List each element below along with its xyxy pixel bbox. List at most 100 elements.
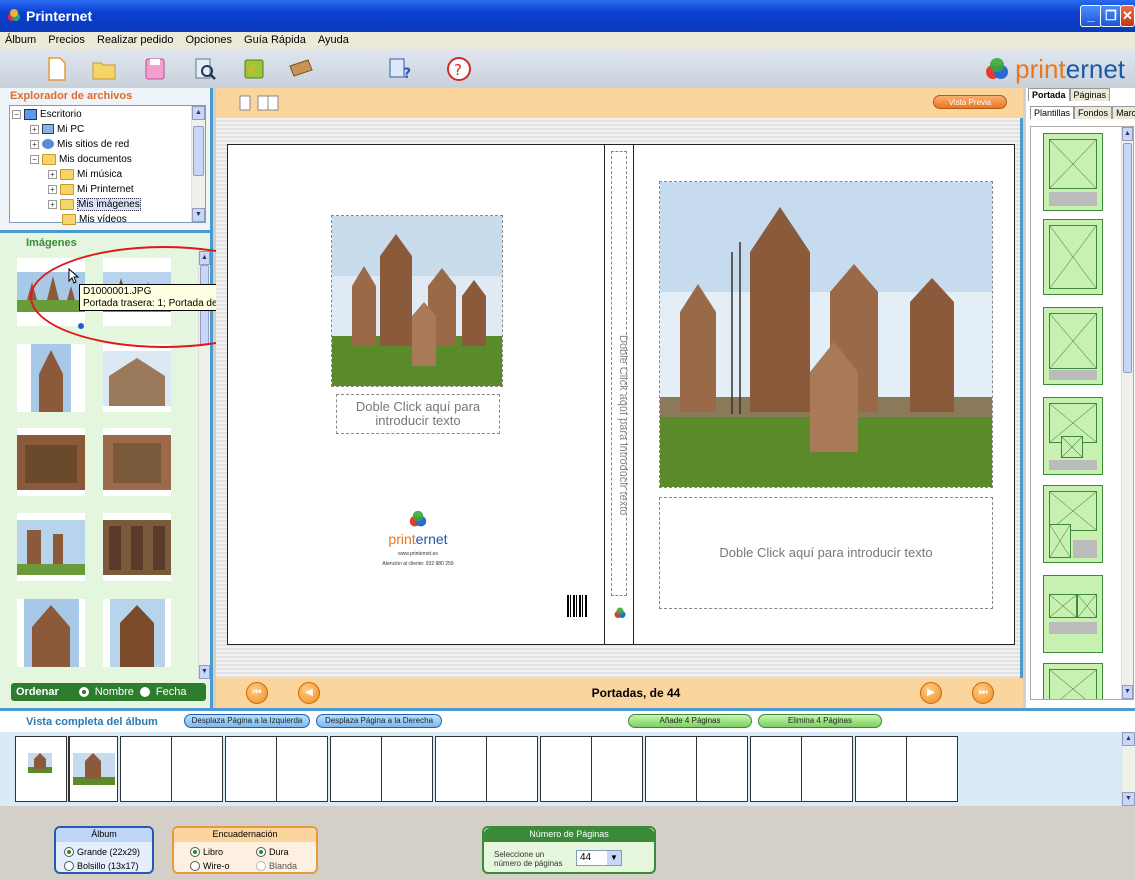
image-thumbnail[interactable] [17,513,85,581]
album-page[interactable] [486,736,538,802]
expand-icon[interactable]: + [30,124,39,134]
album-page[interactable] [855,736,907,802]
menu-album[interactable]: Álbum [0,32,40,46]
menu-prices[interactable]: Precios [43,32,89,46]
next-page-button[interactable]: ▶ [920,682,942,704]
scroll-down-icon[interactable]: ▼ [192,208,205,222]
menu-options[interactable]: Opciones [181,32,236,46]
open-folder-icon[interactable] [91,56,117,82]
menu-quick-guide[interactable]: Guía Rápida [239,32,310,46]
image-thumbnail[interactable] [103,513,171,581]
template-thumbnail[interactable] [1043,485,1103,563]
tree-item-my-music[interactable]: + Mi música [48,167,122,181]
spine-text-placeholder[interactable]: Doble Click aquí para introducir texto [609,285,629,565]
album-page[interactable] [330,736,382,802]
scroll-thumb[interactable] [193,126,204,176]
maximize-button[interactable]: ❐ [1100,5,1122,27]
back-cover-photo[interactable] [331,215,503,387]
close-button[interactable]: ✕ [1120,5,1135,27]
album-scrollbar[interactable]: ▲ ▼ [1121,732,1135,806]
page-view-icons[interactable] [238,92,280,114]
tab-cover[interactable]: Portada [1028,88,1070,101]
tree-item-my-images[interactable]: + Mis imágenes [48,197,141,211]
radio-icon[interactable] [256,861,266,871]
image-thumbnail[interactable] [103,428,171,496]
tab-frames[interactable]: Marcos [1112,106,1135,119]
image-thumbnail[interactable] [17,599,85,667]
add-pages-button[interactable]: Añade 4 Páginas [628,714,752,728]
print-preview-icon[interactable] [192,56,218,82]
tab-backgrounds[interactable]: Fondos [1074,106,1113,119]
scroll-down-icon[interactable]: ▼ [1122,792,1135,806]
scroll-thumb[interactable] [1123,143,1132,373]
radio-icon[interactable] [64,861,74,871]
template-thumbnail[interactable] [1043,397,1103,475]
scroll-down-icon[interactable]: ▼ [1122,685,1133,699]
album-page[interactable] [171,736,223,802]
size-large-option[interactable]: Grande (22x29) [64,847,140,857]
expand-icon[interactable]: + [48,184,57,194]
folder-tree[interactable]: − Escritorio + Mi PC + Mis sitios de red − M… [9,105,206,226]
menu-help[interactable]: Ayuda [313,32,353,46]
send-order-icon[interactable] [288,56,314,82]
album-page[interactable] [906,736,958,802]
cover-soft-option[interactable]: Blanda [256,861,297,871]
tree-item-my-printernet[interactable]: + Mi Printernet [48,182,134,196]
tree-item-network[interactable]: + Mis sitios de red [30,137,129,151]
tree-item-my-videos[interactable]: Mis vídeos [62,212,127,226]
album-page[interactable] [645,736,697,802]
preview-button[interactable]: Vista Previa [933,95,1007,109]
move-page-right-button[interactable]: Desplaza Página a la Derecha [316,714,442,728]
tree-item-my-pc[interactable]: + Mi PC [30,122,84,136]
help-icon[interactable]: ? [446,56,472,82]
radio-icon[interactable] [190,861,200,871]
save-icon[interactable] [142,56,168,82]
radio-icon[interactable] [256,847,266,857]
image-thumbnail[interactable] [103,599,171,667]
expand-icon[interactable]: + [48,199,57,209]
tab-pages[interactable]: Páginas [1069,88,1111,101]
tree-item-desktop[interactable]: − Escritorio [12,107,82,121]
scroll-up-icon[interactable]: ▲ [192,106,205,120]
explorer-scrollbar[interactable]: ▲ ▼ [191,106,205,222]
sort-by-name-label[interactable]: Nombre [95,686,134,698]
binding-book-option[interactable]: Libro [190,847,223,857]
tab-templates[interactable]: Plantillas [1030,106,1075,119]
template-thumbnail[interactable] [1043,133,1103,211]
page-count-select[interactable]: 44 ▼ [576,850,622,866]
album-page[interactable] [696,736,748,802]
binding-wireo-option[interactable]: Wire-o [190,861,230,871]
new-file-icon[interactable] [44,56,70,82]
scroll-down-icon[interactable]: ▼ [199,665,210,679]
album-page-back-cover[interactable] [15,736,67,802]
sort-by-name-radio[interactable] [78,687,89,697]
album-page[interactable] [750,736,802,802]
radio-icon[interactable] [64,847,74,857]
template-thumbnail[interactable] [1043,219,1103,295]
expand-icon[interactable]: + [48,169,57,179]
cover-hard-option[interactable]: Dura [256,847,289,857]
scroll-up-icon[interactable]: ▲ [1122,127,1133,141]
menu-order[interactable]: Realizar pedido [92,32,177,46]
album-page[interactable] [120,736,172,802]
layout-help-icon[interactable]: ? [388,56,414,82]
image-thumbnail[interactable] [17,344,85,412]
album-page[interactable] [540,736,592,802]
tree-item-my-documents[interactable]: − Mis documentos [30,152,132,166]
price-icon[interactable]: € [242,56,268,82]
move-page-left-button[interactable]: Desplaza Página a la Izquierda [184,714,310,728]
collapse-icon[interactable]: − [30,154,39,164]
images-scrollbar[interactable]: ▲ ▼ [198,251,210,679]
last-page-button[interactable]: ⏭ [972,682,994,704]
sort-by-date-label[interactable]: Fecha [156,686,187,698]
first-page-button[interactable]: ⏮ [246,682,268,704]
album-page[interactable] [591,736,643,802]
size-pocket-option[interactable]: Bolsillo (13x17) [64,861,139,871]
scroll-up-icon[interactable]: ▲ [1122,732,1135,746]
front-cover-text-box[interactable]: Doble Click aquí para introducir texto [659,497,993,609]
image-thumbnail[interactable] [17,428,85,496]
template-thumbnail[interactable] [1043,307,1103,385]
chevron-down-icon[interactable]: ▼ [607,851,621,865]
templates-scrollbar[interactable]: ▲ ▼ [1121,127,1133,699]
album-page[interactable] [435,736,487,802]
